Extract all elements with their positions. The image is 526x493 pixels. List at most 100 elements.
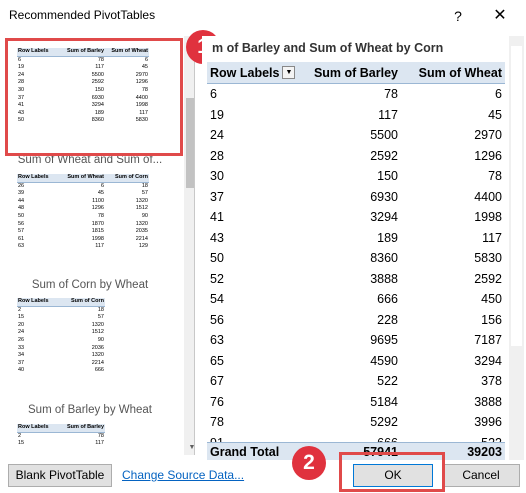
table-cell: 666 bbox=[377, 292, 398, 306]
thumbnail-cell: 45 bbox=[97, 190, 104, 197]
ok-button-highlight bbox=[339, 452, 445, 492]
thumbnail-cell: 2036 bbox=[91, 344, 104, 351]
thumbnail-cell: 1320 bbox=[135, 197, 148, 204]
table-cell: 52 bbox=[210, 271, 224, 286]
table-cell: 37 bbox=[210, 189, 224, 204]
table-cell: 156 bbox=[481, 312, 502, 327]
table-row: 6 78 6 bbox=[207, 84, 505, 105]
thumbnail-header-cell: Sum of Wheat bbox=[67, 174, 104, 180]
table-cell: 117 bbox=[378, 107, 398, 122]
table-row: 67 522 378 bbox=[207, 371, 505, 392]
help-button[interactable]: ? bbox=[446, 2, 470, 30]
thumbnail-cell: 63 bbox=[18, 243, 25, 250]
thumbnail-cell: 37 bbox=[18, 359, 25, 366]
thumbnail-cell: 56 bbox=[18, 220, 25, 227]
table-cell: 150 bbox=[377, 169, 398, 183]
thumbnail-cell: 40 bbox=[18, 367, 25, 374]
table-cell: 54 bbox=[210, 292, 224, 306]
table-row: 63 9695 7187 bbox=[207, 330, 505, 351]
thumbnail-row: 39 45 57 bbox=[17, 190, 149, 198]
table-cell: 6930 bbox=[370, 189, 398, 204]
filter-dropdown-icon[interactable]: ▼ bbox=[282, 66, 296, 79]
cancel-button[interactable]: Cancel bbox=[442, 464, 520, 487]
thumbnail-2[interactable]: Row Labels Sum of Wheat Sum of Corn 26 6 18 39… bbox=[17, 174, 149, 251]
table-cell: 4400 bbox=[474, 189, 502, 204]
table-cell: 3996 bbox=[474, 415, 502, 429]
table-cell: 6 bbox=[210, 87, 217, 101]
thumbnail-cell: 39 bbox=[18, 190, 25, 197]
thumbnail-header-row: Row Labels Sum of Corn bbox=[17, 298, 105, 307]
preview-header-row: Row Labels ▼ Sum of Barley Sum of Wheat bbox=[207, 62, 505, 84]
table-cell: 6 bbox=[495, 87, 502, 101]
thumbnail-cell: 1512 bbox=[135, 205, 148, 212]
table-cell: 56 bbox=[210, 312, 224, 327]
table-cell: 117 bbox=[482, 230, 502, 245]
thumbnail-cell: 15 bbox=[18, 314, 25, 321]
table-cell: 30 bbox=[210, 169, 224, 183]
thumbnail-row: 61 1998 2214 bbox=[17, 236, 149, 244]
thumbnail-3[interactable]: Row Labels Sum of Corn 2 18 15 57 20 1320 24 1512… bbox=[17, 298, 105, 375]
table-row: 78 5292 3996 bbox=[207, 412, 505, 433]
table-cell: 228 bbox=[377, 312, 398, 327]
thumbnail-cell: 2214 bbox=[135, 235, 148, 242]
thumbnail-row: 33 2036 bbox=[17, 345, 105, 353]
thumbnail-cell: 26 bbox=[18, 336, 25, 343]
thumbnail-header-cell: Sum of Corn bbox=[115, 174, 148, 180]
thumbnail-cell: 57 bbox=[97, 314, 104, 321]
thumbnail-cell: 78 bbox=[97, 212, 104, 219]
scroll-down-icon[interactable]: ▼ bbox=[186, 444, 194, 451]
thumbnail-cell: 666 bbox=[94, 367, 104, 374]
table-cell: 522 bbox=[377, 374, 398, 388]
thumbnail-row: 63 117 129 bbox=[17, 243, 149, 251]
table-cell: 45 bbox=[488, 107, 502, 122]
table-cell: 450 bbox=[481, 292, 502, 306]
thumbnail-cell: 26 bbox=[18, 182, 25, 189]
thumbnail-row: 26 6 18 bbox=[17, 183, 149, 191]
thumbnail-row: 40 666 bbox=[17, 367, 105, 375]
thumbnail-cell: 2 bbox=[18, 306, 22, 313]
table-row: 76 5184 3888 bbox=[207, 392, 505, 413]
table-cell: 189 bbox=[377, 230, 398, 245]
table-cell: 1998 bbox=[474, 210, 502, 224]
thumbnail-row: 50 78 90 bbox=[17, 213, 149, 221]
table-row: 37 6930 4400 bbox=[207, 187, 505, 208]
thumbnail-row: 48 1296 1512 bbox=[17, 205, 149, 213]
table-cell: 1296 bbox=[474, 148, 502, 163]
table-cell: 43 bbox=[210, 230, 224, 245]
thumbnail-row: 15 57 bbox=[17, 314, 105, 322]
thumbnail-row: 15 117 bbox=[17, 440, 105, 448]
change-source-data-link[interactable]: Change Source Data... bbox=[122, 468, 244, 482]
preview-title: m of Barley and Sum of Wheat by Corn bbox=[212, 41, 444, 55]
thumbnail-cell: 1998 bbox=[91, 235, 104, 242]
dialog-footer: Blank PivotTable Change Source Data... O… bbox=[0, 460, 526, 493]
thumbnail-cell: 61 bbox=[18, 235, 25, 242]
thumbnail-row: 26 90 bbox=[17, 337, 105, 345]
blank-pivottable-button[interactable]: Blank PivotTable bbox=[8, 464, 112, 487]
close-button[interactable]: ✕ bbox=[487, 2, 513, 30]
table-row: 28 2592 1296 bbox=[207, 146, 505, 167]
thumbnail-cell: 24 bbox=[18, 329, 25, 336]
thumbnail-cell: 1870 bbox=[91, 220, 104, 227]
list-scroll-thumb[interactable] bbox=[186, 98, 194, 188]
table-cell: 50 bbox=[210, 251, 224, 265]
thumbnail-cell: 1320 bbox=[135, 220, 148, 227]
table-row: 50 8360 5830 bbox=[207, 248, 505, 269]
preview-scroll-thumb[interactable] bbox=[511, 46, 522, 346]
table-row: 41 3294 1998 bbox=[207, 207, 505, 228]
thumbnail-cell: 15 bbox=[18, 440, 25, 447]
thumbnail-header-row: Row Labels Sum of Barley bbox=[17, 424, 105, 433]
table-cell: 9695 bbox=[370, 333, 398, 347]
preview-table: Row Labels ▼ Sum of Barley Sum of Wheat 6… bbox=[207, 62, 505, 453]
thumbnail-caption: Sum of Barley by Wheat bbox=[28, 404, 152, 416]
thumbnail-header-cell: Sum of Barley bbox=[67, 424, 104, 430]
table-row: 65 4590 3294 bbox=[207, 351, 505, 372]
thumbnail-row: 57 1815 2035 bbox=[17, 228, 149, 236]
thumbnail-4[interactable]: Row Labels Sum of Barley 2 78 15 117 bbox=[17, 424, 105, 448]
thumbnail-header-cell: Sum of Corn bbox=[71, 298, 104, 304]
dialog-title: Recommended PivotTables bbox=[9, 8, 156, 22]
table-cell: 5830 bbox=[474, 251, 502, 265]
thumbnail-row: 24 1512 bbox=[17, 329, 105, 337]
table-cell: 8360 bbox=[370, 251, 398, 265]
table-cell: 3888 bbox=[474, 394, 502, 409]
thumbnail-cell: 78 bbox=[97, 432, 104, 439]
